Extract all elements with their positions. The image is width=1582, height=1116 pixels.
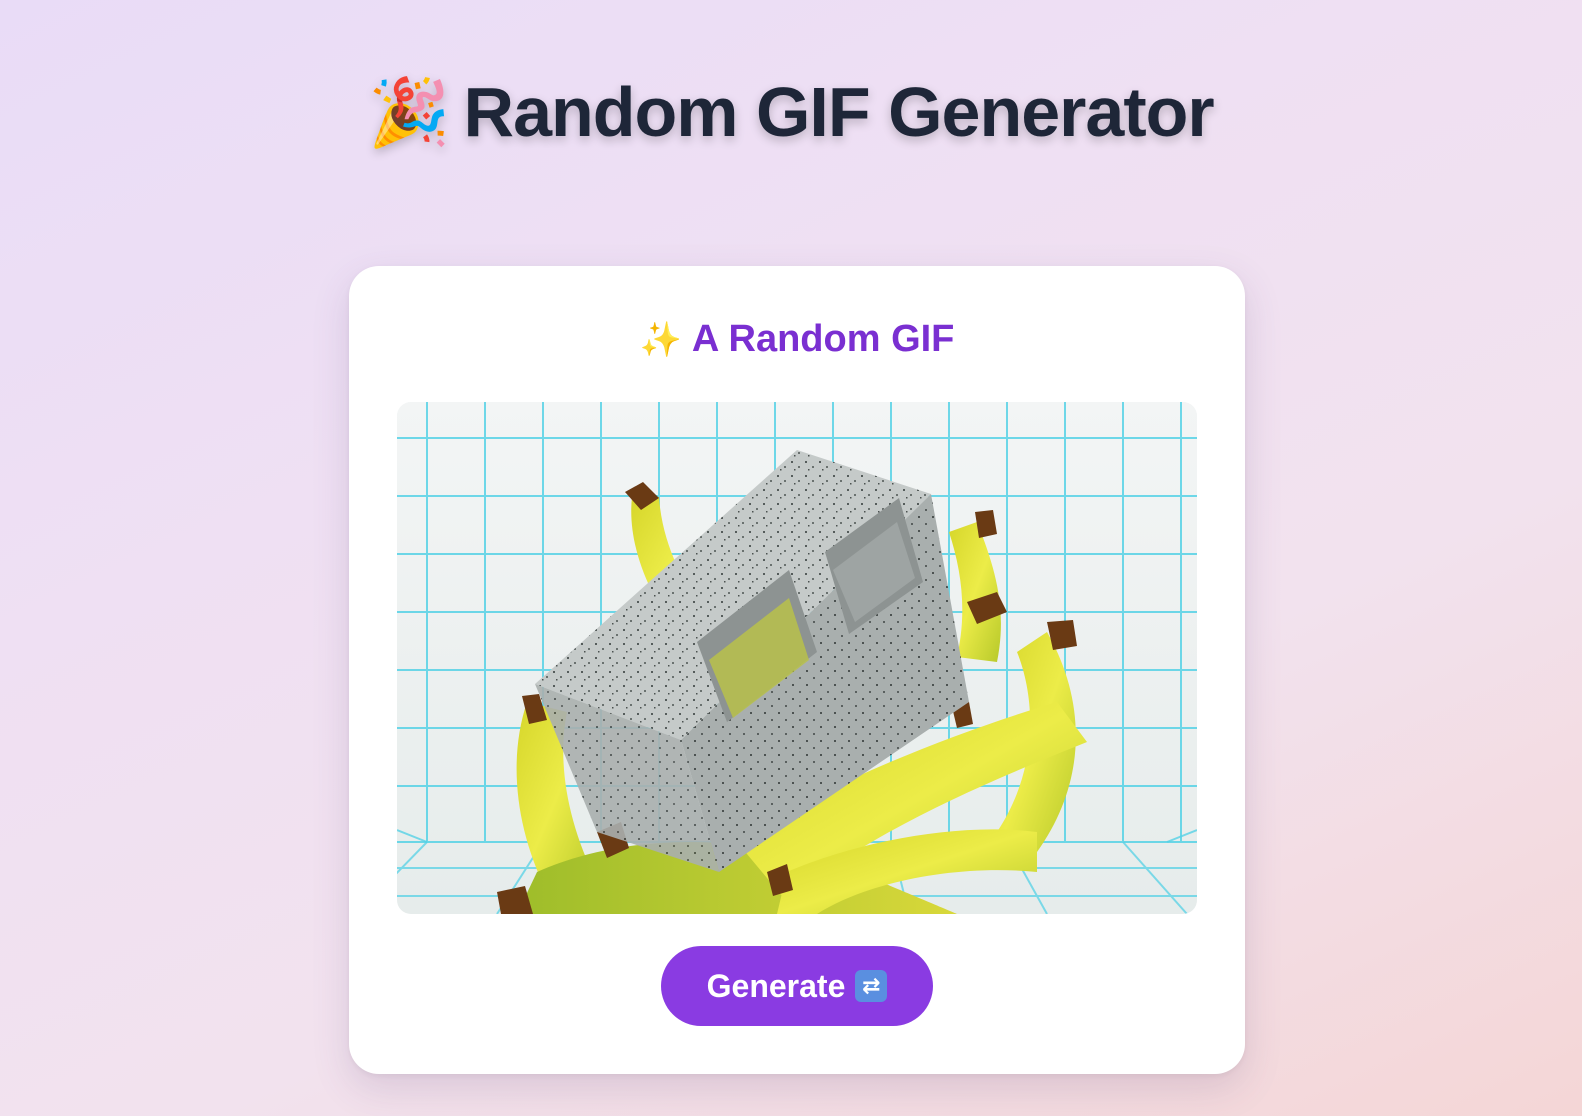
gif-card: ✨ A Random GIF Generate ⇄ <box>349 266 1245 1074</box>
generate-button-label: Generate <box>706 967 846 1004</box>
card-heading: ✨ A Random GIF <box>349 318 1245 361</box>
generate-button[interactable]: Generate ⇄ <box>661 946 933 1026</box>
party-popper-icon: 🎉 <box>368 75 450 149</box>
page-title-text: Random GIF Generator <box>463 73 1215 151</box>
random-gif-image <box>397 402 1197 914</box>
repeat-icon: ⇄ <box>855 970 888 1002</box>
page-title: 🎉 Random GIF Generator <box>0 72 1582 152</box>
sparkles-icon: ✨ <box>639 320 682 359</box>
card-heading-text: A Random GIF <box>691 318 955 360</box>
